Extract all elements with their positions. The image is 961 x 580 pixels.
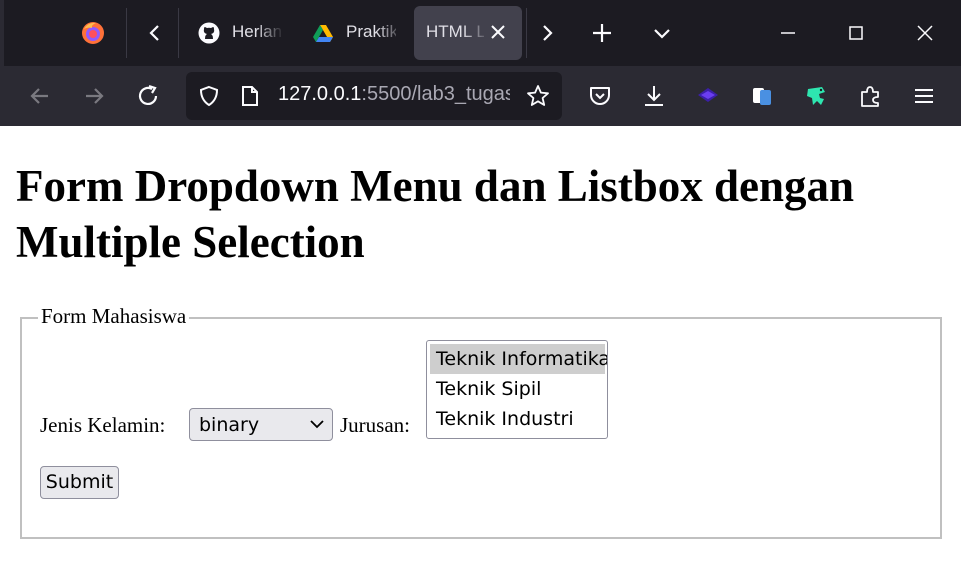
page-heading: Form Dropdown Menu dan Listbox dengan Mu…: [16, 161, 855, 267]
extension-copy-icon[interactable]: [749, 83, 775, 109]
bookmark-star-icon[interactable]: [526, 84, 550, 108]
tab-scroll-right-icon[interactable]: [532, 18, 562, 48]
new-tab-icon[interactable]: [587, 18, 617, 48]
url-bar[interactable]: 127.0.0.1:5500/lab3_tugas: [186, 72, 562, 120]
extensions-puzzle-icon[interactable]: [857, 83, 883, 109]
chevron-down-icon: [310, 420, 324, 429]
navigation-toolbar: 127.0.0.1:5500/lab3_tugas: [0, 66, 961, 126]
url-host: 127.0.0.1: [278, 83, 362, 105]
tab-strip: Herlan Praktik HTML L: [0, 0, 961, 66]
forward-icon[interactable]: [80, 82, 108, 110]
hamburger-menu-icon[interactable]: [911, 83, 937, 109]
tab-divider: [526, 8, 527, 58]
close-tab-icon[interactable]: [487, 21, 509, 43]
major-label: Jurusan:: [340, 413, 410, 437]
tab-divider: [126, 8, 127, 58]
listbox-option[interactable]: Teknik Industri: [430, 404, 605, 434]
minimize-icon[interactable]: [773, 18, 803, 48]
window-edge: [0, 0, 4, 66]
downloads-icon[interactable]: [641, 83, 667, 109]
tab-scroll-left-icon[interactable]: [140, 18, 170, 48]
listbox-option[interactable]: Teknik Informatika: [430, 344, 607, 374]
maximize-icon[interactable]: [841, 18, 871, 48]
url-path: :5500/lab3_tugas: [361, 83, 510, 105]
list-all-tabs-icon[interactable]: [647, 18, 677, 48]
google-drive-icon: [313, 25, 333, 42]
tab-divider: [178, 8, 179, 58]
submit-button[interactable]: Submit: [40, 466, 119, 499]
form-legend: Form Mahasiswa: [38, 304, 190, 329]
tab-active[interactable]: HTML L: [414, 6, 522, 60]
tab-github[interactable]: Herlan: [180, 6, 290, 60]
gender-select[interactable]: binary: [189, 408, 333, 441]
page-info-icon[interactable]: [240, 85, 260, 107]
pocket-icon[interactable]: [587, 83, 613, 109]
url-text[interactable]: 127.0.0.1:5500/lab3_tugas: [278, 83, 510, 106]
tab-title-fade: [462, 18, 490, 48]
back-icon[interactable]: [26, 82, 54, 110]
reload-icon[interactable]: [134, 82, 162, 110]
github-icon: [198, 22, 220, 44]
page-content: Form Dropdown Menu dan Listbox dengan Mu…: [0, 126, 961, 580]
close-window-icon[interactable]: [910, 18, 940, 48]
extension-layers-icon[interactable]: [695, 83, 721, 109]
tracking-protection-shield-icon[interactable]: [198, 85, 220, 107]
extension-dino-icon[interactable]: [803, 83, 829, 109]
listbox-option[interactable]: Teknik Sipil: [430, 374, 605, 404]
firefox-menu-icon[interactable]: [80, 20, 106, 46]
tab-title-fade: [376, 18, 404, 48]
gender-select-value: binary: [199, 414, 260, 436]
tab-drive[interactable]: Praktik: [294, 6, 408, 60]
major-listbox[interactable]: Teknik Informatika Teknik Sipil Teknik I…: [426, 340, 608, 439]
gender-label: Jenis Kelamin:: [40, 413, 166, 437]
tab-title-fade: [256, 18, 284, 48]
